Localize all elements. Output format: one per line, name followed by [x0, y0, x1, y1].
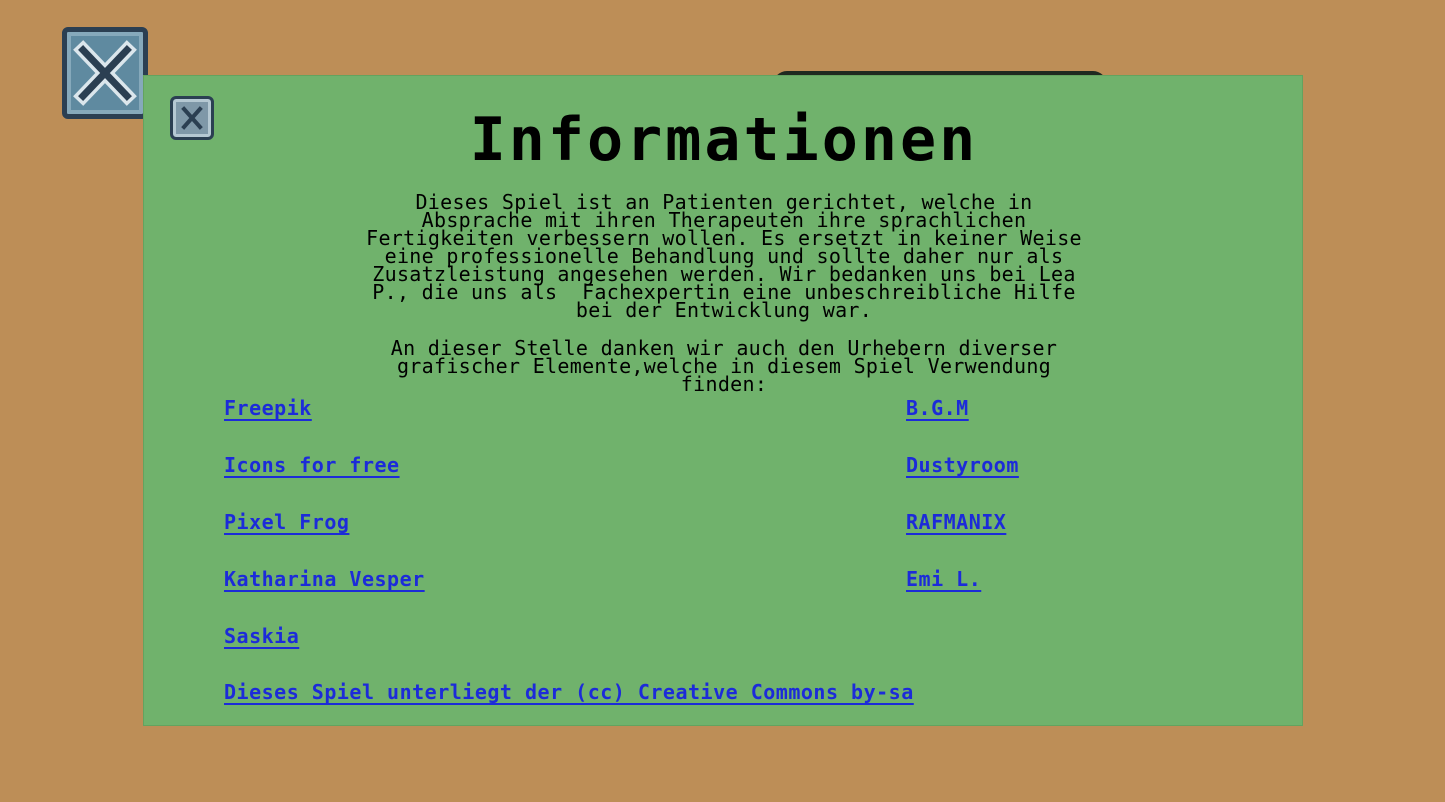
credit-link-pixel-frog[interactable]: Pixel Frog: [224, 510, 349, 534]
intro-paragraph: Dieses Spiel ist an Patienten gerichtet,…: [184, 192, 1264, 322]
credit-link-katharina-vesper[interactable]: Katharina Vesper: [224, 567, 425, 591]
close-icon: [73, 40, 137, 106]
credit-link-freepik[interactable]: Freepik: [224, 396, 312, 420]
credit-link-bgm[interactable]: B.G.M: [906, 396, 969, 420]
credit-link-saskia[interactable]: Saskia: [224, 624, 299, 648]
credits-intro-paragraph: An dieser Stelle danken wir auch den Urh…: [184, 338, 1264, 396]
credit-link-rafmanix[interactable]: RAFMANIX: [906, 510, 1006, 534]
credit-link-dustyroom[interactable]: Dustyroom: [906, 453, 1019, 477]
credit-link-emi-l[interactable]: Emi L.: [906, 567, 981, 591]
credits-intro-line: finden:: [680, 372, 768, 396]
credit-link-icons-for-free[interactable]: Icons for free: [224, 453, 400, 477]
info-dialog: Informationen Dieses Spiel ist an Patien…: [143, 75, 1303, 726]
intro-line: bei der Entwicklung war.: [575, 298, 873, 322]
dialog-title: Informationen: [469, 105, 979, 175]
license-link[interactable]: Dieses Spiel unterliegt der (cc) Creativ…: [224, 680, 914, 704]
background-close-button[interactable]: [62, 27, 148, 119]
